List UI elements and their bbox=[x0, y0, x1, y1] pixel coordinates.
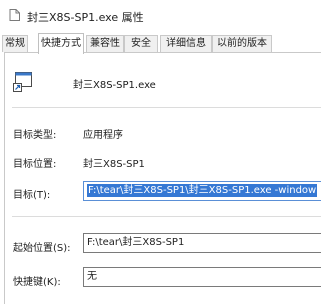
target-location-label: 目标位置: bbox=[13, 159, 57, 170]
title-bar: 封三X8S-SP1.exe 属性 bbox=[0, 0, 321, 32]
tab-security[interactable]: 安全 bbox=[124, 35, 158, 52]
shortcut-key-label: 快捷键(K): bbox=[13, 277, 61, 288]
target-label: 目标(T): bbox=[13, 190, 51, 201]
shortcut-file-name: 封三X8S-SP1.exe bbox=[73, 80, 156, 91]
application-shortcut-icon bbox=[13, 72, 32, 92]
start-in-input[interactable]: F:\tear\封三X8S-SP1 bbox=[83, 233, 321, 253]
target-type-label: 目标类型: bbox=[13, 130, 57, 141]
tab-details[interactable]: 详细信息 bbox=[160, 35, 212, 52]
target-type-value: 应用程序 bbox=[83, 130, 123, 141]
window-title: 封三X8S-SP1.exe 属性 bbox=[27, 11, 144, 24]
target-location-value: 封三X8S-SP1 bbox=[83, 159, 145, 170]
file-icon bbox=[9, 9, 20, 21]
tab-strip: 常规 快捷方式 兼容性 安全 详细信息 以前的版本 bbox=[0, 33, 321, 54]
target-selected-text: F:\tear\封三X8S-SP1\封三X8S-SP1.exe -window bbox=[87, 184, 318, 197]
tab-general[interactable]: 常规 bbox=[2, 35, 28, 52]
shortcut-key-input[interactable]: 无 bbox=[83, 267, 321, 287]
separator bbox=[12, 216, 321, 217]
target-input[interactable]: F:\tear\封三X8S-SP1\封三X8S-SP1.exe -window bbox=[83, 181, 321, 201]
tab-shortcut[interactable]: 快捷方式 bbox=[38, 33, 84, 54]
shortcut-panel: 封三X8S-SP1.exe 目标类型: 应用程序 目标位置: 封三X8S-SP1… bbox=[4, 52, 321, 304]
tab-previous-versions[interactable]: 以前的版本 bbox=[212, 35, 272, 52]
separator bbox=[12, 107, 321, 108]
start-in-label: 起始位置(S): bbox=[13, 243, 71, 254]
tab-compatibility[interactable]: 兼容性 bbox=[86, 35, 124, 52]
